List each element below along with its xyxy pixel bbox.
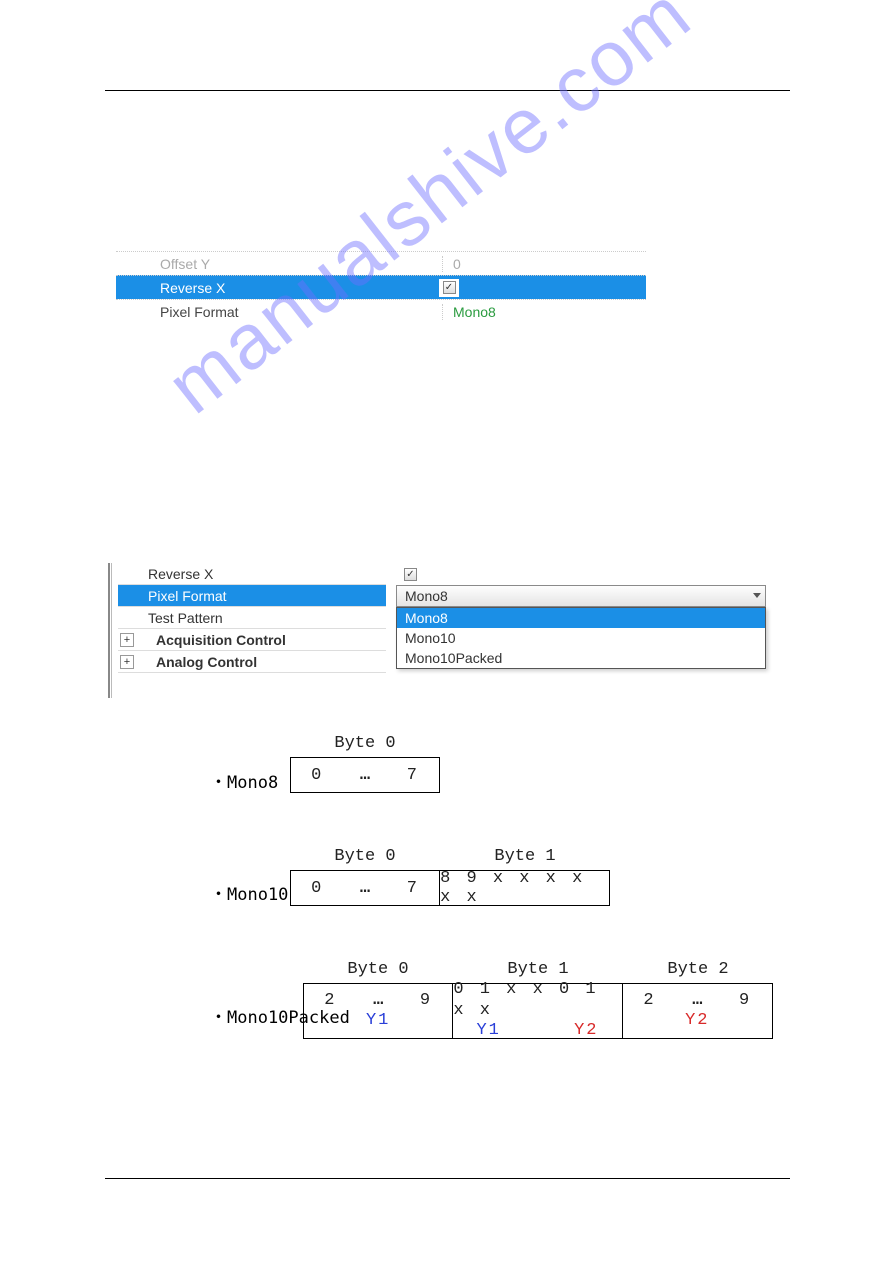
watermark: manualshive.com: [150, 0, 708, 432]
horizontal-rule-top: [105, 90, 790, 91]
byte-box: 0 … 7: [290, 757, 440, 793]
property-value: Mono8: [442, 304, 646, 320]
byte-cell: 0 … 7: [291, 758, 439, 792]
chevron-down-icon: [753, 593, 761, 598]
horizontal-rule-bottom: [105, 1178, 790, 1179]
property-table-2: Reverse X Pixel Format Test Pattern + Ac…: [108, 563, 664, 673]
table-row[interactable]: Reverse X: [118, 563, 386, 585]
byte-header: Byte 1: [440, 847, 610, 866]
dropdown-option[interactable]: Mono10Packed: [397, 648, 765, 668]
byte-subscript: Y2: [574, 1021, 598, 1040]
checkbox-checked[interactable]: ✓: [443, 281, 456, 294]
byte-cell: 8 9 x x x x x x: [440, 871, 609, 905]
property-label: Offset Y: [116, 256, 442, 272]
byte-cell: 0 1 x x 0 1 x x Y1 Y2: [453, 984, 622, 1038]
checkbox-row: ✓: [396, 563, 766, 585]
diagram-label-mono10: ・Mono10: [210, 880, 288, 905]
property-value: 0: [442, 256, 646, 272]
property-label: Reverse X: [116, 280, 442, 296]
property-value-cell: ✓: [442, 279, 646, 297]
table-row: Pixel Format Mono8: [116, 299, 646, 323]
table-row-expandable[interactable]: + Acquisition Control: [118, 629, 386, 651]
property-label: Acquisition Control: [138, 632, 386, 648]
table-row: Offset Y 0: [116, 251, 646, 275]
byte-cell: 2 … 9 Y1: [304, 984, 453, 1038]
dropdown-option[interactable]: Mono10: [397, 628, 765, 648]
byte-header: Byte 0: [303, 960, 453, 979]
property-label: Pixel Format: [118, 588, 386, 604]
table-row-selected[interactable]: Pixel Format: [118, 585, 386, 607]
checkbox-cell: ✓: [439, 279, 459, 297]
property-label: Pixel Format: [116, 304, 442, 320]
pixel-format-dropdown[interactable]: Mono8: [396, 585, 766, 607]
table-row[interactable]: Test Pattern: [118, 607, 386, 629]
diagram-mono10: Byte 0 Byte 1 0 … 7 8 9 x x x x x x: [290, 847, 610, 906]
dropdown-value: Mono8: [405, 588, 448, 604]
byte-subscript: Y1: [476, 1021, 500, 1040]
checkbox-checked[interactable]: ✓: [404, 568, 417, 581]
byte-box: 0 … 7 8 9 x x x x x x: [290, 870, 610, 906]
diagram-mono8: Byte 0 0 … 7: [290, 734, 440, 793]
property-label: Test Pattern: [118, 610, 386, 626]
byte-header: Byte 1: [453, 960, 623, 979]
diagram-mono10packed: Byte 0 Byte 1 Byte 2 2 … 9 Y1 0 1 x x 0 …: [303, 960, 773, 1039]
byte-subscript: Y1: [366, 1011, 390, 1031]
byte-box: 2 … 9 Y1 0 1 x x 0 1 x x Y1 Y2 2 … 9 Y2: [303, 983, 773, 1039]
property-table-1: Offset Y 0 Reverse X ✓ Pixel Format Mono…: [116, 251, 646, 323]
byte-header: Byte 0: [290, 734, 440, 753]
expand-icon[interactable]: +: [120, 655, 134, 669]
dropdown-list: Mono8 Mono10 Mono10Packed: [396, 607, 766, 669]
expand-icon[interactable]: +: [120, 633, 134, 647]
table-row-selected[interactable]: Reverse X ✓: [116, 275, 646, 299]
table-row-expandable[interactable]: + Analog Control: [118, 651, 386, 673]
byte-header: Byte 2: [623, 960, 773, 979]
diagram-label-mono8: ・Mono8: [210, 768, 278, 793]
byte-cell: 0 … 7: [291, 871, 440, 905]
table-rows: Reverse X Pixel Format Test Pattern + Ac…: [118, 563, 386, 673]
property-label: Reverse X: [118, 566, 386, 582]
table-border: [108, 563, 112, 698]
byte-subscript: Y2: [685, 1011, 709, 1031]
property-label: Analog Control: [138, 654, 386, 670]
dropdown-option[interactable]: Mono8: [397, 608, 765, 628]
byte-cell: 2 … 9 Y2: [623, 984, 772, 1038]
table-values-column: ✓ Mono8 Mono8 Mono10 Mono10Packed: [396, 563, 766, 669]
byte-header: Byte 0: [290, 847, 440, 866]
